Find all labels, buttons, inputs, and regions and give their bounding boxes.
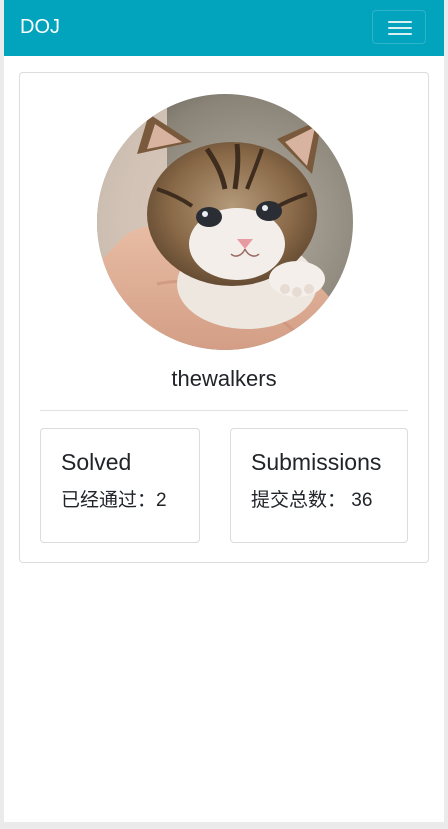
page: DOJ thewalkers Solved 已经通过：2 Submissions…	[4, 0, 444, 822]
solved-stat-title: Solved	[61, 449, 132, 475]
brand-link[interactable]: DOJ	[20, 15, 60, 39]
navbar-toggle-button[interactable]	[372, 10, 426, 44]
submissions-stat-value: 提交总数： 36	[251, 490, 373, 511]
solved-stat-value: 已经通过：2	[61, 490, 167, 511]
submissions-stat-title: Submissions	[251, 449, 382, 475]
submissions-stat-box: Submissions 提交总数： 36	[230, 428, 408, 543]
username: thewalkers	[171, 366, 277, 391]
navbar: DOJ	[4, 0, 444, 56]
hamburger-menu-icon-bar-3	[388, 33, 412, 35]
kitten-avatar-image	[97, 94, 353, 350]
avatar	[97, 94, 353, 350]
profile-card: thewalkers Solved 已经通过：2 Submissions 提交总…	[19, 72, 429, 563]
hamburger-menu-icon-bar-2	[388, 27, 412, 29]
solved-stat-box: Solved 已经通过：2	[40, 428, 200, 543]
hamburger-menu-icon	[388, 21, 412, 23]
divider	[40, 410, 408, 411]
